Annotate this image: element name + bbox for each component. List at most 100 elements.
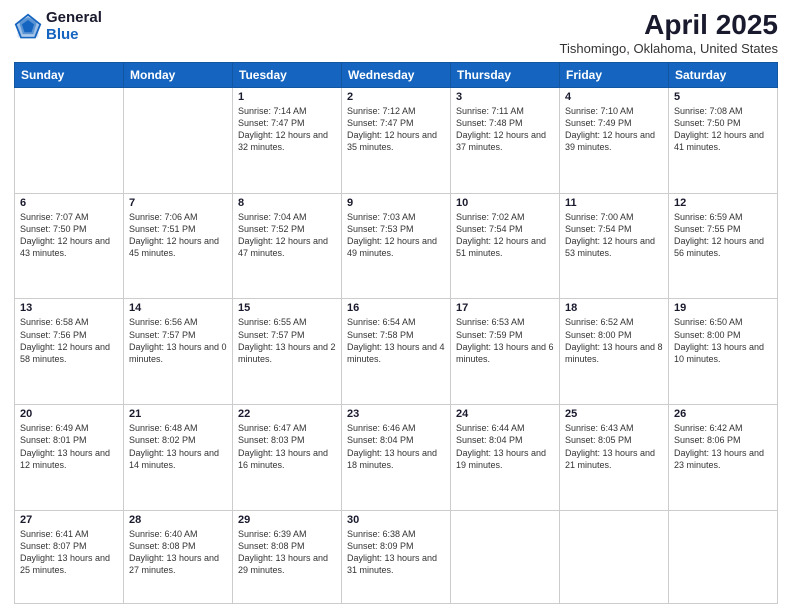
day-number: 16	[347, 302, 445, 314]
calendar-cell: 12 Sunrise: 6:59 AM Sunset: 7:55 PM Dayli…	[669, 193, 778, 299]
logo-general-text: General	[46, 10, 102, 27]
day-number: 12	[674, 197, 772, 209]
logo-icon	[14, 13, 42, 41]
weekday-header-tuesday: Tuesday	[233, 62, 342, 87]
weekday-header-thursday: Thursday	[451, 62, 560, 87]
day-info: Sunrise: 7:03 AM Sunset: 7:53 PM Dayligh…	[347, 211, 445, 260]
calendar: SundayMondayTuesdayWednesdayThursdayFrid…	[14, 62, 778, 604]
calendar-cell: 18 Sunrise: 6:52 AM Sunset: 8:00 PM Dayli…	[560, 299, 669, 405]
month-title: April 2025	[560, 10, 778, 41]
location: Tishomingo, Oklahoma, United States	[560, 41, 778, 56]
calendar-cell: 7Sunrise: 7:06 AM Sunset: 7:51 PM Daylig…	[124, 193, 233, 299]
day-number: 30	[347, 514, 445, 526]
day-info: Sunrise: 6:46 AM Sunset: 8:04 PM Dayligh…	[347, 422, 445, 471]
calendar-cell: 4 Sunrise: 7:10 AM Sunset: 7:49 PM Daylig…	[560, 87, 669, 193]
day-number: 8	[238, 197, 336, 209]
day-info: Sunrise: 6:47 AM Sunset: 8:03 PM Dayligh…	[238, 422, 336, 471]
day-number: 3	[456, 91, 554, 103]
day-number: 6	[20, 197, 118, 209]
page: General Blue April 2025 Tishomingo, Okla…	[0, 0, 792, 612]
calendar-cell: 21 Sunrise: 6:48 AM Sunset: 8:02 PM Dayli…	[124, 405, 233, 511]
calendar-cell: 2 Sunrise: 7:12 AM Sunset: 7:47 PM Daylig…	[342, 87, 451, 193]
day-number: 24	[456, 408, 554, 420]
header: General Blue April 2025 Tishomingo, Okla…	[14, 10, 778, 56]
calendar-cell: 6Sunrise: 7:07 AM Sunset: 7:50 PM Daylig…	[15, 193, 124, 299]
logo-blue-text: Blue	[46, 27, 102, 44]
day-info: Sunrise: 6:43 AM Sunset: 8:05 PM Dayligh…	[565, 422, 663, 471]
day-info: Sunrise: 6:59 AM Sunset: 7:55 PM Dayligh…	[674, 211, 772, 260]
day-info: Sunrise: 6:40 AM Sunset: 8:08 PM Dayligh…	[129, 528, 227, 577]
calendar-cell: 22 Sunrise: 6:47 AM Sunset: 8:03 PM Dayli…	[233, 405, 342, 511]
calendar-cell: 5 Sunrise: 7:08 AM Sunset: 7:50 PM Daylig…	[669, 87, 778, 193]
day-number: 14	[129, 302, 227, 314]
calendar-cell: 10 Sunrise: 7:02 AM Sunset: 7:54 PM Dayli…	[451, 193, 560, 299]
calendar-cell: 29Sunrise: 6:39 AM Sunset: 8:08 PM Dayli…	[233, 511, 342, 604]
day-number: 22	[238, 408, 336, 420]
day-info: Sunrise: 6:54 AM Sunset: 7:58 PM Dayligh…	[347, 316, 445, 365]
calendar-cell: 26 Sunrise: 6:42 AM Sunset: 8:06 PM Dayli…	[669, 405, 778, 511]
calendar-cell	[560, 511, 669, 604]
calendar-cell: 16 Sunrise: 6:54 AM Sunset: 7:58 PM Dayli…	[342, 299, 451, 405]
calendar-cell: 17 Sunrise: 6:53 AM Sunset: 7:59 PM Dayli…	[451, 299, 560, 405]
calendar-cell: 23 Sunrise: 6:46 AM Sunset: 8:04 PM Dayli…	[342, 405, 451, 511]
title-area: April 2025 Tishomingo, Oklahoma, United …	[560, 10, 778, 56]
weekday-header-monday: Monday	[124, 62, 233, 87]
calendar-cell: 8 Sunrise: 7:04 AM Sunset: 7:52 PM Daylig…	[233, 193, 342, 299]
calendar-cell: 3 Sunrise: 7:11 AM Sunset: 7:48 PM Daylig…	[451, 87, 560, 193]
day-number: 26	[674, 408, 772, 420]
day-number: 28	[129, 514, 227, 526]
day-info: Sunrise: 6:55 AM Sunset: 7:57 PM Dayligh…	[238, 316, 336, 365]
day-info: Sunrise: 6:50 AM Sunset: 8:00 PM Dayligh…	[674, 316, 772, 365]
day-info: Sunrise: 7:04 AM Sunset: 7:52 PM Dayligh…	[238, 211, 336, 260]
day-info: Sunrise: 7:06 AM Sunset: 7:51 PM Dayligh…	[129, 211, 227, 260]
calendar-cell: 15Sunrise: 6:55 AM Sunset: 7:57 PM Dayli…	[233, 299, 342, 405]
day-info: Sunrise: 6:56 AM Sunset: 7:57 PM Dayligh…	[129, 316, 227, 365]
week-row-2: 6Sunrise: 7:07 AM Sunset: 7:50 PM Daylig…	[15, 193, 778, 299]
day-info: Sunrise: 6:42 AM Sunset: 8:06 PM Dayligh…	[674, 422, 772, 471]
day-info: Sunrise: 7:02 AM Sunset: 7:54 PM Dayligh…	[456, 211, 554, 260]
calendar-cell: 24 Sunrise: 6:44 AM Sunset: 8:04 PM Dayli…	[451, 405, 560, 511]
day-number: 11	[565, 197, 663, 209]
day-number: 4	[565, 91, 663, 103]
calendar-cell: 28 Sunrise: 6:40 AM Sunset: 8:08 PM Dayli…	[124, 511, 233, 604]
calendar-cell: 11 Sunrise: 7:00 AM Sunset: 7:54 PM Dayli…	[560, 193, 669, 299]
week-row-4: 20Sunrise: 6:49 AM Sunset: 8:01 PM Dayli…	[15, 405, 778, 511]
calendar-cell: 19Sunrise: 6:50 AM Sunset: 8:00 PM Dayli…	[669, 299, 778, 405]
weekday-header-wednesday: Wednesday	[342, 62, 451, 87]
day-number: 13	[20, 302, 118, 314]
day-info: Sunrise: 7:08 AM Sunset: 7:50 PM Dayligh…	[674, 105, 772, 154]
day-info: Sunrise: 7:12 AM Sunset: 7:47 PM Dayligh…	[347, 105, 445, 154]
day-number: 18	[565, 302, 663, 314]
day-number: 25	[565, 408, 663, 420]
day-number: 23	[347, 408, 445, 420]
calendar-cell	[15, 87, 124, 193]
logo: General Blue	[14, 10, 102, 43]
day-info: Sunrise: 6:38 AM Sunset: 8:09 PM Dayligh…	[347, 528, 445, 577]
week-row-1: 1Sunrise: 7:14 AM Sunset: 7:47 PM Daylig…	[15, 87, 778, 193]
day-number: 2	[347, 91, 445, 103]
calendar-cell: 14 Sunrise: 6:56 AM Sunset: 7:57 PM Dayli…	[124, 299, 233, 405]
day-number: 17	[456, 302, 554, 314]
day-info: Sunrise: 6:48 AM Sunset: 8:02 PM Dayligh…	[129, 422, 227, 471]
calendar-cell	[124, 87, 233, 193]
week-row-3: 13Sunrise: 6:58 AM Sunset: 7:56 PM Dayli…	[15, 299, 778, 405]
weekday-header-row: SundayMondayTuesdayWednesdayThursdayFrid…	[15, 62, 778, 87]
day-number: 27	[20, 514, 118, 526]
day-number: 10	[456, 197, 554, 209]
day-info: Sunrise: 7:00 AM Sunset: 7:54 PM Dayligh…	[565, 211, 663, 260]
day-info: Sunrise: 6:41 AM Sunset: 8:07 PM Dayligh…	[20, 528, 118, 577]
day-number: 21	[129, 408, 227, 420]
day-info: Sunrise: 7:10 AM Sunset: 7:49 PM Dayligh…	[565, 105, 663, 154]
day-number: 5	[674, 91, 772, 103]
day-number: 20	[20, 408, 118, 420]
calendar-cell: 25 Sunrise: 6:43 AM Sunset: 8:05 PM Dayli…	[560, 405, 669, 511]
weekday-header-saturday: Saturday	[669, 62, 778, 87]
calendar-cell	[451, 511, 560, 604]
day-info: Sunrise: 7:11 AM Sunset: 7:48 PM Dayligh…	[456, 105, 554, 154]
day-info: Sunrise: 6:52 AM Sunset: 8:00 PM Dayligh…	[565, 316, 663, 365]
day-number: 1	[238, 91, 336, 103]
calendar-cell: 13Sunrise: 6:58 AM Sunset: 7:56 PM Dayli…	[15, 299, 124, 405]
day-info: Sunrise: 6:39 AM Sunset: 8:08 PM Dayligh…	[238, 528, 336, 577]
day-info: Sunrise: 6:53 AM Sunset: 7:59 PM Dayligh…	[456, 316, 554, 365]
day-info: Sunrise: 6:44 AM Sunset: 8:04 PM Dayligh…	[456, 422, 554, 471]
